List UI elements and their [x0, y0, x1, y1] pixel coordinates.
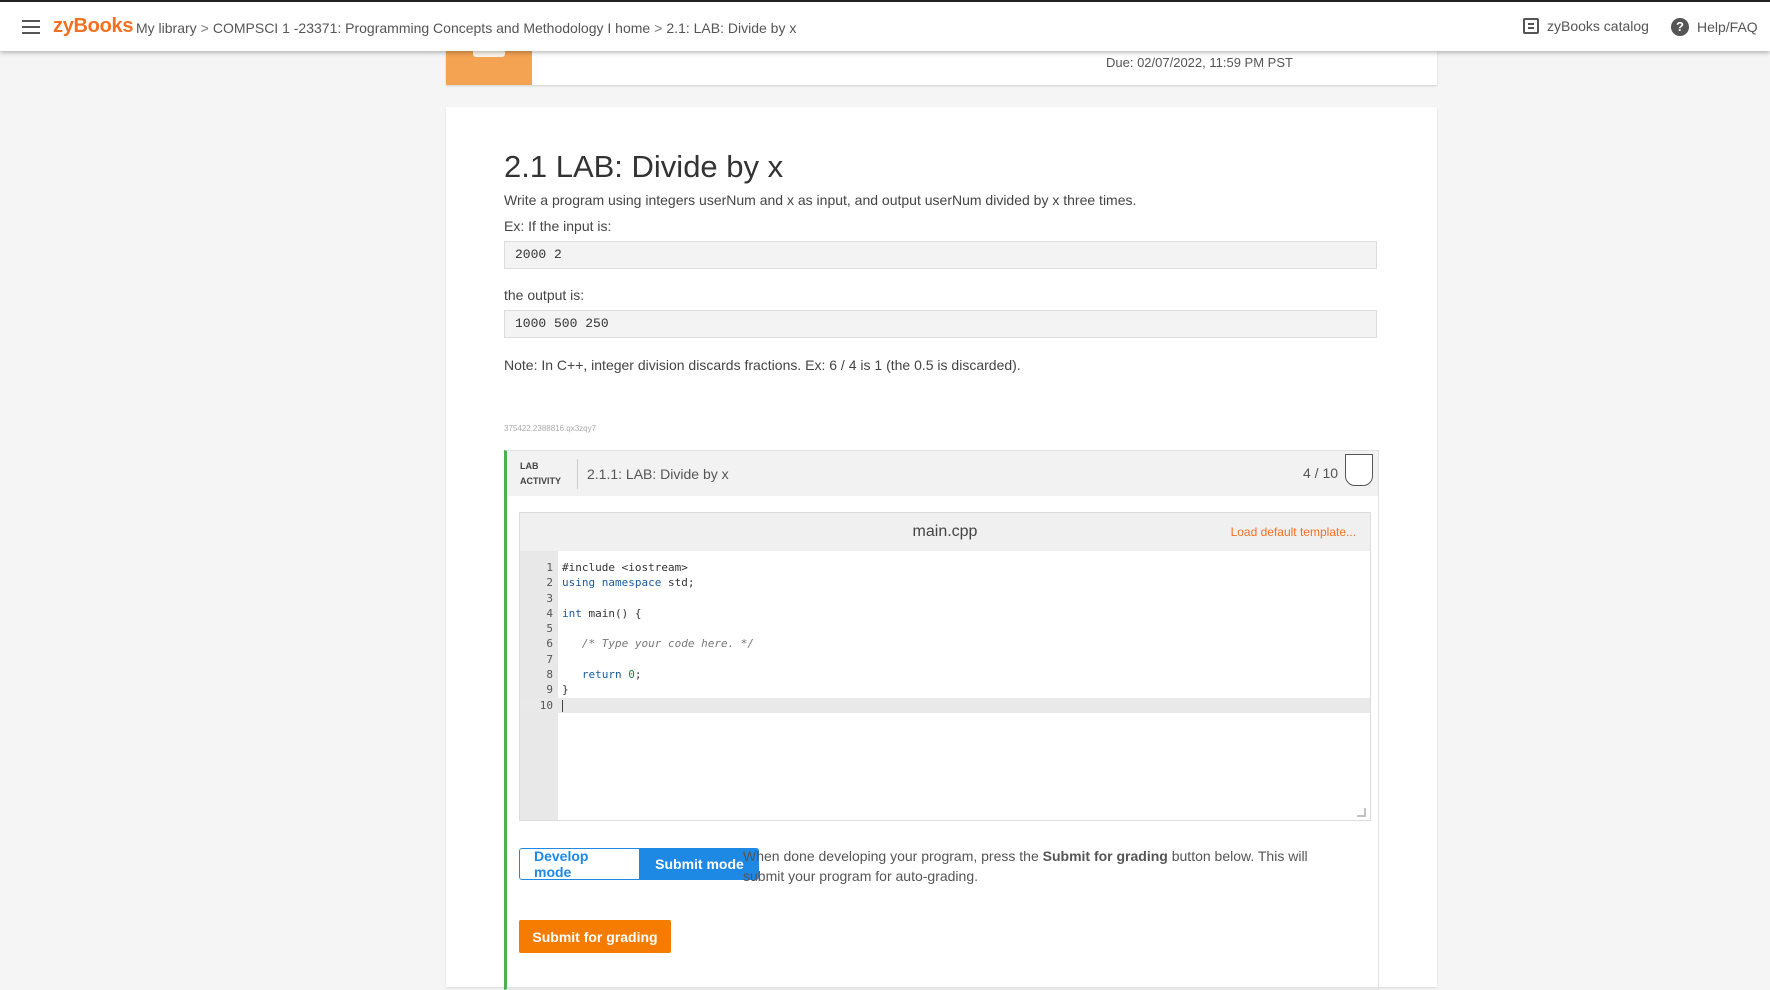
- develop-mode-button[interactable]: Develop mode: [519, 848, 640, 880]
- code-line[interactable]: 6 /* Type your code here. */: [520, 636, 1370, 651]
- lab-activity: LAB ACTIVITY 2.1.1: LAB: Divide by x 4 /…: [504, 450, 1379, 990]
- code-lines[interactable]: 1 #include <iostream> 2 using namespace std…: [520, 560, 1370, 713]
- zybooks-catalog-link[interactable]: zyBooks catalog: [1523, 18, 1649, 34]
- mode-help-bold: Submit for grading: [1042, 848, 1168, 864]
- mode-toggle: Develop mode Submit mode: [519, 848, 759, 880]
- line-number: 5: [546, 622, 553, 636]
- line-number: 8: [546, 668, 553, 682]
- output-intro: the output is:: [504, 287, 585, 303]
- due-date: Due: 02/07/2022, 11:59 PM PST: [1106, 55, 1293, 70]
- code-text[interactable]: }: [562, 682, 569, 697]
- code-editor[interactable]: main.cpp Load default template... 1 #incl…: [519, 512, 1371, 821]
- breadcrumb-course-home[interactable]: COMPSCI 1 -23371: Programming Concepts a…: [213, 20, 650, 36]
- example-intro: Ex: If the input is:: [504, 218, 612, 234]
- line-number: 7: [546, 652, 553, 666]
- help-label: Help/FAQ: [1697, 19, 1758, 35]
- submit-for-grading-button[interactable]: Submit for grading: [519, 920, 671, 953]
- line-number: 9: [546, 683, 553, 697]
- breadcrumb: My library > COMPSCI 1 -23371: Programming…: [136, 20, 796, 36]
- line-number: 1: [546, 561, 553, 574]
- mode-help-text: When done developing your program, press…: [743, 846, 1323, 886]
- line-number: 2: [546, 576, 553, 590]
- code-line[interactable]: 5: [520, 621, 1370, 636]
- activity-color-block: [446, 51, 532, 85]
- code-text[interactable]: [562, 698, 563, 713]
- load-default-template-link[interactable]: Load default template...: [1231, 525, 1356, 539]
- code-text[interactable]: int main() {: [562, 606, 641, 621]
- top-navigation-bar: zyBooks My library > COMPSCI 1 -23371: Pro…: [0, 0, 1770, 51]
- breadcrumb-separator: >: [200, 20, 209, 36]
- resize-handle-icon[interactable]: [1357, 808, 1366, 817]
- divider: [577, 459, 578, 489]
- submit-mode-button[interactable]: Submit mode: [640, 848, 759, 880]
- code-line[interactable]: 10: [520, 697, 1370, 713]
- code-line[interactable]: 7: [520, 652, 1370, 667]
- code-line[interactable]: 3: [520, 591, 1370, 606]
- lab-activity-tag: LAB ACTIVITY: [520, 459, 561, 489]
- page-title: 2.1 LAB: Divide by x: [504, 149, 784, 184]
- previous-activity-card: Due: 02/07/2022, 11:59 PM PST: [446, 51, 1437, 85]
- completion-badge-icon: [1345, 454, 1373, 486]
- line-number: 10: [539, 698, 553, 712]
- help-icon: ?: [1671, 18, 1689, 36]
- code-line[interactable]: 4 int main() {: [520, 606, 1370, 621]
- example-input: 2000 2: [504, 241, 1377, 269]
- catalog-label: zyBooks catalog: [1547, 18, 1649, 34]
- lab-score: 4 / 10: [1303, 465, 1339, 481]
- code-line[interactable]: 1 #include <iostream>: [520, 560, 1370, 575]
- breadcrumb-my-library[interactable]: My library: [136, 20, 197, 36]
- help-faq-link[interactable]: ? Help/FAQ: [1671, 18, 1758, 36]
- code-text[interactable]: /* Type your code here. */: [562, 636, 754, 651]
- line-number: 3: [546, 591, 553, 605]
- breadcrumb-current-section[interactable]: 2.1: LAB: Divide by x: [666, 20, 796, 36]
- activity-id: 375422.2388816.qx3zqy7: [504, 424, 597, 433]
- zybooks-logo[interactable]: zyBooks: [53, 15, 133, 38]
- editor-header: main.cpp Load default template...: [520, 513, 1370, 551]
- lab-header: LAB ACTIVITY 2.1.1: LAB: Divide by x 4 /…: [507, 451, 1378, 496]
- code-line[interactable]: 9}: [520, 682, 1370, 697]
- example-output: 1000 500 250: [504, 310, 1377, 338]
- breadcrumb-separator: >: [654, 20, 663, 36]
- division-note: Note: In C++, integer division discards …: [504, 357, 1021, 373]
- menu-icon[interactable]: [22, 20, 40, 34]
- code-line[interactable]: 2 using namespace std;: [520, 575, 1370, 590]
- code-text[interactable]: return 0;: [562, 667, 642, 682]
- lab-tag-line1: LAB: [520, 461, 539, 471]
- code-line[interactable]: 8 return 0;: [520, 667, 1370, 682]
- lab-title: 2.1.1: LAB: Divide by x: [587, 466, 729, 482]
- book-icon: [1523, 18, 1539, 34]
- code-text[interactable]: #include <iostream>: [562, 560, 688, 575]
- code-text[interactable]: using namespace std;: [562, 575, 694, 590]
- line-number: 6: [546, 637, 553, 651]
- line-number: 4: [546, 606, 553, 620]
- section-card: 2.1 LAB: Divide by x Write a program usi…: [446, 107, 1437, 990]
- lab-description: Write a program using integers userNum a…: [504, 192, 1137, 208]
- lab-tag-line2: ACTIVITY: [520, 476, 562, 486]
- mode-help-prefix: When done developing your program, press…: [743, 848, 1043, 864]
